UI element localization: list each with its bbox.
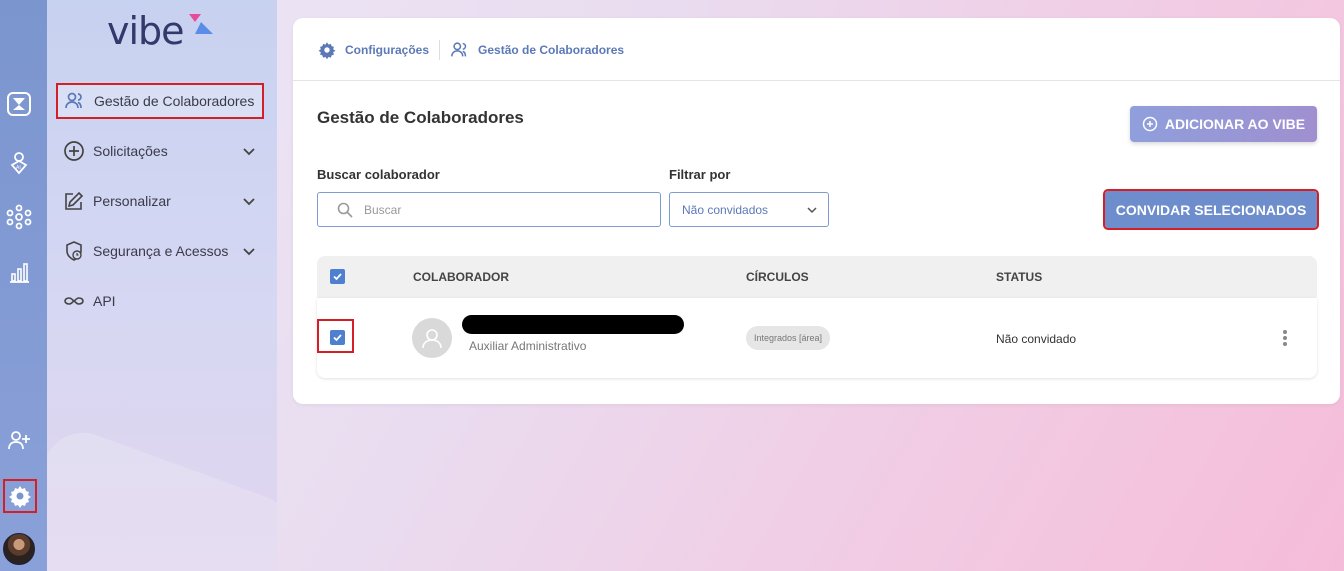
plus-circle-icon — [1142, 116, 1158, 132]
user-role: Auxiliar Administrativo — [469, 339, 587, 353]
sidebar-item-personalizar[interactable]: Personalizar — [55, 183, 267, 219]
breadcrumb-separator — [439, 40, 441, 60]
avatar[interactable] — [3, 533, 35, 565]
ai-person-icon[interactable]: AI — [0, 144, 38, 180]
sidebar-item-label: API — [93, 293, 116, 309]
check-icon — [333, 273, 342, 281]
table-row[interactable]: Auxiliar Administrativo Integrados [área… — [317, 298, 1317, 378]
column-header-colaborador: COLABORADOR — [413, 270, 509, 284]
logo: vibe — [107, 9, 185, 53]
search-placeholder: Buscar — [364, 202, 402, 217]
circle-chip: Integrados [área] — [746, 326, 831, 350]
add-user-icon[interactable] — [0, 422, 38, 458]
status-text: Não convidado — [996, 332, 1077, 346]
redacted-name — [462, 315, 684, 334]
chevron-down-icon[interactable] — [241, 143, 257, 159]
divider — [293, 80, 1340, 81]
svg-text:AI: AI — [16, 165, 21, 171]
shield-clock-icon — [61, 238, 87, 264]
add-to-vibe-label: ADICIONAR AO VIBE — [1164, 116, 1306, 132]
sidebar: vibe Gestão de Colaboradores Solicitaçõe… — [47, 0, 277, 571]
hourglass-app-icon[interactable] — [0, 86, 38, 122]
column-header-status: STATUS — [996, 270, 1043, 284]
sidebar-item-label: Personalizar — [93, 193, 171, 209]
more-options-icon[interactable] — [1277, 328, 1293, 348]
users-icon — [451, 42, 467, 57]
column-header-circulos: CÍRCULOS — [746, 270, 809, 284]
breadcrumb: Configurações Gestão de Colaboradores — [317, 40, 624, 60]
network-icon[interactable] — [0, 199, 38, 235]
search-input[interactable]: Buscar — [317, 192, 661, 227]
table-header: COLABORADOR CÍRCULOS STATUS — [317, 256, 1317, 298]
row-checkbox[interactable] — [330, 330, 345, 345]
logo-mark-icon — [189, 14, 213, 34]
sidebar-item-gestao-colaboradores[interactable]: Gestão de Colaboradores — [56, 83, 264, 119]
chevron-down-icon[interactable] — [241, 193, 257, 209]
check-icon — [333, 334, 342, 342]
sidebar-item-seguranca[interactable]: Segurança e Acessos — [55, 233, 267, 269]
sidebar-item-label: Gestão de Colaboradores — [94, 93, 255, 109]
chevron-down-icon[interactable] — [241, 243, 257, 259]
plus-circle-icon — [61, 138, 87, 164]
add-to-vibe-button[interactable]: ADICIONAR AO VIBE — [1130, 106, 1317, 142]
breadcrumb-gestao[interactable]: Gestão de Colaboradores — [478, 43, 624, 57]
sidebar-item-label: Segurança e Acessos — [93, 243, 229, 259]
filter-label: Filtrar por — [669, 167, 731, 182]
gear-icon — [318, 42, 336, 60]
breadcrumb-configuracoes[interactable]: Configurações — [345, 43, 429, 57]
icon-rail: AI — [0, 0, 47, 571]
invite-selected-button[interactable]: CONVIDAR SELECIONADOS — [1103, 189, 1319, 230]
edit-icon — [61, 188, 87, 214]
search-label: Buscar colaborador — [317, 167, 440, 182]
infinity-icon — [61, 288, 87, 314]
search-icon — [337, 202, 353, 218]
sidebar-item-api[interactable]: API — [55, 283, 267, 319]
users-icon — [62, 88, 88, 114]
sidebar-item-label: Solicitações — [93, 143, 168, 159]
filter-value: Não convidados — [682, 202, 769, 217]
chevron-down-icon — [807, 207, 817, 214]
main-card: Configurações Gestão de Colaboradores Ge… — [293, 18, 1340, 404]
select-all-checkbox[interactable] — [330, 269, 345, 284]
bar-chart-icon[interactable] — [0, 254, 38, 290]
sidebar-item-solicitacoes[interactable]: Solicitações — [55, 133, 267, 169]
gear-icon[interactable] — [3, 479, 37, 513]
user-placeholder-icon — [422, 329, 442, 349]
user-avatar — [412, 318, 452, 358]
filter-select[interactable]: Não convidados — [669, 192, 829, 227]
page-title: Gestão de Colaboradores — [317, 108, 524, 127]
